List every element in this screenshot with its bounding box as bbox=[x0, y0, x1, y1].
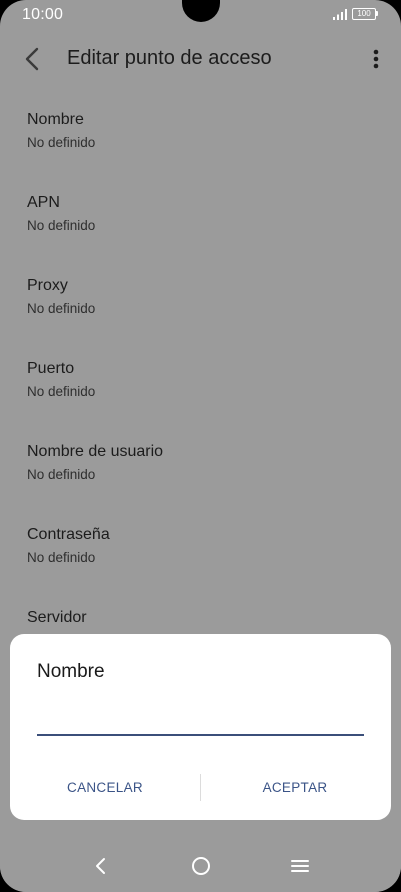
recents-icon bbox=[291, 860, 309, 872]
setting-summary: No definido bbox=[27, 135, 96, 150]
setting-summary: No definido bbox=[27, 467, 96, 482]
screen: 10:00 100 Editar punto de acceso Nombre … bbox=[0, 0, 401, 892]
dialog-buttons: CANCELAR ACEPTAR bbox=[10, 770, 391, 804]
navigation-bar bbox=[0, 840, 401, 892]
cancel-button[interactable]: CANCELAR bbox=[10, 770, 200, 804]
setting-item-nombre[interactable]: Nombre No definido bbox=[0, 100, 401, 170]
setting-item-proxy[interactable]: Proxy No definido bbox=[0, 266, 401, 336]
setting-item-apn[interactable]: APN No definido bbox=[0, 183, 401, 253]
app-bar: Editar punto de acceso bbox=[0, 36, 401, 82]
back-button[interactable] bbox=[18, 45, 46, 73]
camera-notch bbox=[182, 0, 220, 22]
nav-recents-button[interactable] bbox=[280, 850, 320, 882]
chevron-left-icon bbox=[25, 47, 39, 71]
battery-level: 100 bbox=[352, 8, 376, 20]
setting-title: Puerto bbox=[27, 360, 75, 377]
signal-icon bbox=[333, 9, 347, 20]
setting-summary: No definido bbox=[27, 218, 96, 233]
setting-title: APN bbox=[27, 194, 60, 211]
more-options-button[interactable] bbox=[364, 45, 388, 73]
page-title: Editar punto de acceso bbox=[67, 47, 272, 69]
nav-home-button[interactable] bbox=[181, 850, 221, 882]
home-icon bbox=[192, 857, 210, 875]
back-icon bbox=[96, 858, 105, 874]
status-bar: 10:00 100 bbox=[0, 0, 401, 30]
setting-item-nombre-de-usuario[interactable]: Nombre de usuario No definido bbox=[0, 432, 401, 502]
setting-summary: No definido bbox=[27, 384, 96, 399]
battery-icon: 100 bbox=[352, 8, 378, 20]
edit-name-dialog: Nombre CANCELAR ACEPTAR bbox=[10, 634, 391, 820]
setting-item-puerto[interactable]: Puerto No definido bbox=[0, 349, 401, 419]
name-input[interactable] bbox=[37, 704, 364, 736]
nav-back-button[interactable] bbox=[80, 850, 120, 882]
accept-button[interactable]: ACEPTAR bbox=[200, 770, 390, 804]
setting-summary: No definido bbox=[27, 550, 96, 565]
setting-title: Servidor bbox=[27, 609, 87, 626]
setting-summary: No definido bbox=[27, 301, 96, 316]
status-time: 10:00 bbox=[22, 6, 64, 23]
setting-title: Contraseña bbox=[27, 526, 110, 543]
setting-title: Nombre de usuario bbox=[27, 443, 164, 460]
more-vert-icon bbox=[373, 49, 379, 69]
setting-title: Nombre bbox=[27, 111, 84, 128]
dialog-title: Nombre bbox=[37, 661, 105, 682]
setting-item-contrasena[interactable]: Contraseña No definido bbox=[0, 515, 401, 585]
setting-title: Proxy bbox=[27, 277, 68, 294]
